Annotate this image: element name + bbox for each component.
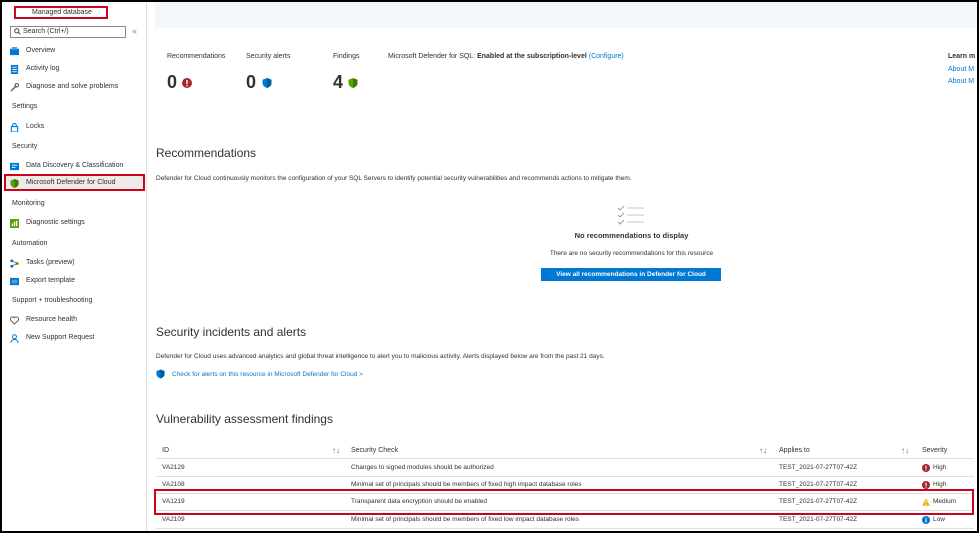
heart-icon: [10, 316, 19, 325]
defender-status: Enabled at the subscription-level: [477, 53, 587, 60]
incidents-title: Security incidents and alerts: [156, 325, 307, 339]
nav-diagnostic-settings-label: Diagnostic settings: [26, 219, 85, 226]
person-support-icon: [10, 334, 19, 343]
column-applies-to[interactable]: Applies to: [779, 443, 810, 459]
diagnostic-settings-icon: [10, 219, 19, 228]
nav-resource-health-label: Resource health: [26, 316, 77, 323]
sort-id-icon[interactable]: ↑↓: [332, 443, 340, 459]
section-monitoring: Monitoring: [12, 200, 45, 207]
findings-title: Vulnerability assessment findings: [156, 412, 333, 426]
nav-tasks[interactable]: Tasks (preview): [10, 256, 75, 270]
shield-icon: [156, 369, 165, 379]
no-recommendations-subtitle: There are no security recommendations fo…: [549, 250, 714, 257]
section-automation: Automation: [12, 240, 48, 247]
nav-defender-for-cloud[interactable]: Microsoft Defender for Cloud: [10, 176, 115, 190]
info-circle-icon: [922, 516, 930, 524]
alerts-count: 0: [246, 72, 257, 92]
overview-icon: [10, 47, 19, 56]
recommendations-count: 0: [167, 72, 178, 92]
blue-shield-icon: [262, 78, 272, 88]
resource-type-label: Managed database: [14, 6, 108, 19]
search-icon: [14, 28, 21, 35]
high-severity-icon: [922, 464, 930, 472]
no-recommendations-title: No recommendations to display: [574, 231, 689, 240]
recommendations-title: Recommendations: [156, 146, 257, 160]
error-circle-icon: [182, 78, 192, 88]
cell-id: VA2129: [162, 464, 185, 471]
resource-type-text: Managed database: [32, 9, 92, 16]
nav-new-support-label: New Support Request: [26, 334, 95, 341]
nav-tasks-label: Tasks (preview): [26, 259, 75, 266]
configure-link[interactable]: (Configure): [589, 53, 624, 60]
nav-locks-label: Locks: [26, 123, 45, 130]
sidebar: Managed database Search (Ctrl+/) « Overv…: [2, 2, 147, 531]
activity-log-icon: [10, 65, 19, 74]
cell-applies: TEST_2021-07-27T07-42Z: [779, 464, 858, 471]
wrench-icon: [10, 83, 19, 92]
defender-shield-icon: [10, 179, 19, 188]
sort-check-icon[interactable]: ↑↓: [759, 443, 767, 459]
column-security-check[interactable]: Security Check: [351, 443, 398, 459]
nav-defender-label: Microsoft Defender for Cloud: [26, 179, 116, 186]
nav-activity-log-label: Activity log: [26, 65, 60, 72]
alerts-count-label: Security alerts: [246, 53, 291, 60]
high-severity-icon: [922, 481, 930, 489]
app-frame: Managed database Search (Ctrl+/) « Overv…: [0, 0, 979, 533]
view-all-recommendations-button[interactable]: View all recommendations in Defender for…: [541, 268, 721, 281]
search-input[interactable]: Search (Ctrl+/): [10, 26, 126, 38]
recommendations-count-label: Recommendations: [167, 53, 226, 60]
export-template-icon: [10, 277, 19, 286]
findings-table-header: ID ↑↓ Security Check ↑↓ Applies to ↑↓ Se…: [156, 443, 974, 459]
row-highlight-box: [154, 489, 974, 515]
nav-data-discovery[interactable]: Data Discovery & Classification: [10, 159, 123, 173]
sort-applies-icon[interactable]: ↑↓: [901, 443, 909, 459]
nav-overview-label: Overview: [26, 47, 56, 54]
cell-check: Changes to signed modules should be auth…: [351, 464, 494, 471]
defender-prefix: Microsoft Defender for SQL:: [388, 53, 478, 60]
about-link-2[interactable]: About M: [948, 78, 974, 85]
nav-locks[interactable]: Locks: [10, 120, 44, 134]
nav-diagnose[interactable]: Diagnose and solve problems: [10, 80, 118, 94]
search-placeholder: Search (Ctrl+/): [23, 28, 69, 35]
nav-new-support-request[interactable]: New Support Request: [10, 331, 94, 345]
section-support: Support + troubleshooting: [12, 297, 93, 304]
collapse-sidebar-button[interactable]: «: [132, 26, 137, 36]
tasks-icon: [10, 259, 19, 268]
about-link-1[interactable]: About M: [948, 66, 974, 73]
check-alerts-link[interactable]: Check for alerts on this resource in Mic…: [172, 371, 363, 378]
nav-diagnostic-settings[interactable]: Diagnostic settings: [10, 216, 85, 230]
data-classification-icon: [10, 162, 19, 171]
defender-status-line: Microsoft Defender for SQL: Enabled at t…: [388, 53, 624, 60]
cell-severity: High: [933, 464, 947, 471]
column-id[interactable]: ID: [162, 443, 169, 459]
top-bar: [155, 2, 977, 28]
nav-export-template[interactable]: Export template: [10, 274, 75, 288]
findings-count-label: Findings: [333, 53, 360, 60]
section-settings: Settings: [12, 103, 38, 110]
nav-export-template-label: Export template: [26, 277, 76, 284]
green-shield-icon: [348, 78, 358, 88]
recommendations-description: Defender for Cloud continuously monitors…: [156, 175, 632, 182]
nav-overview[interactable]: Overview: [10, 44, 55, 58]
nav-data-discovery-label: Data Discovery & Classification: [26, 162, 124, 169]
lock-icon: [10, 123, 19, 132]
column-severity[interactable]: Severity: [922, 443, 947, 459]
nav-resource-health[interactable]: Resource health: [10, 313, 77, 327]
checklist-icon: [617, 205, 644, 225]
section-security: Security: [12, 143, 38, 150]
incidents-description: Defender for Cloud uses advanced analyti…: [156, 353, 605, 360]
findings-count: 4: [333, 72, 344, 92]
table-row[interactable]: VA2129 Changes to signed modules should …: [156, 460, 974, 477]
learn-more-heading: Learn m: [948, 53, 976, 60]
nav-diagnose-label: Diagnose and solve problems: [26, 83, 119, 90]
nav-activity-log[interactable]: Activity log: [10, 62, 59, 76]
